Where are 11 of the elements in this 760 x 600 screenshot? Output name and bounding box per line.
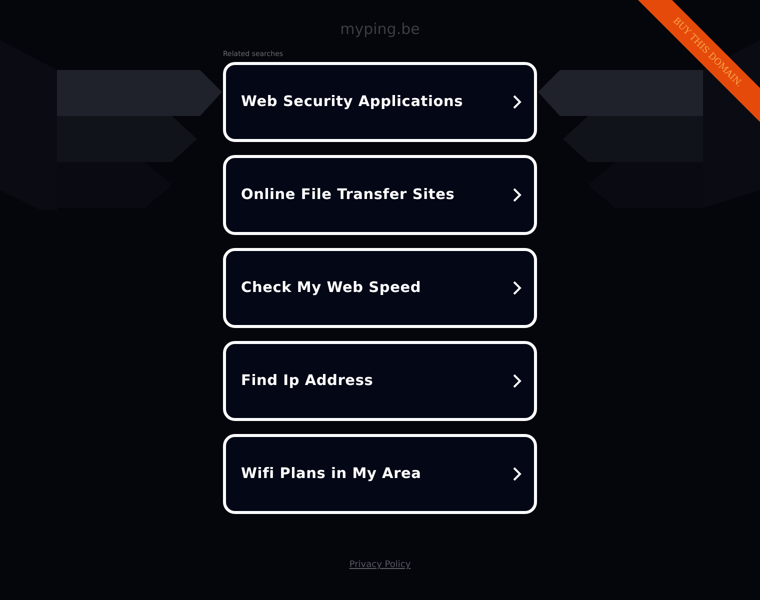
chevron-right-icon xyxy=(512,281,522,295)
search-link-card[interactable]: Find Ip Address xyxy=(223,341,537,421)
chevron-right-icon xyxy=(512,188,522,202)
chevron-right-icon xyxy=(512,95,522,109)
search-link-card[interactable]: Check My Web Speed xyxy=(223,248,537,328)
search-link-card[interactable]: Web Security Applications xyxy=(223,62,537,142)
search-link-card[interactable]: Online File Transfer Sites xyxy=(223,155,537,235)
chevron-right-icon xyxy=(512,374,522,388)
domain-title: myping.be xyxy=(340,20,420,40)
chevron-right-icon xyxy=(512,467,522,481)
search-link-card[interactable]: Wifi Plans in My Area xyxy=(223,434,537,514)
